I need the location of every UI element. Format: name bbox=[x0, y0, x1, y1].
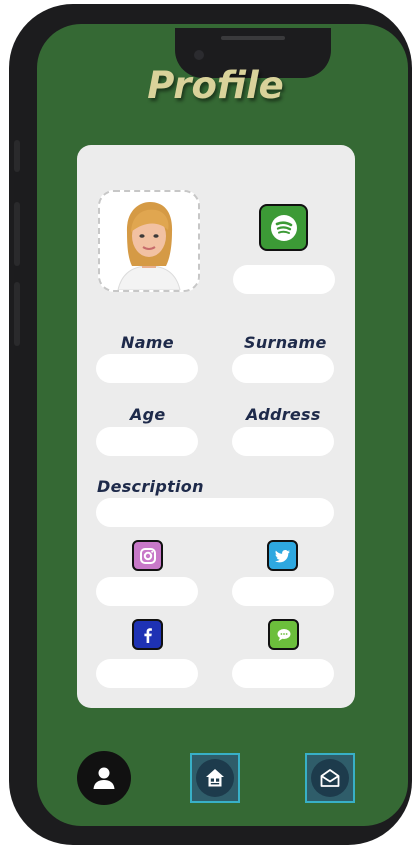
instagram-input[interactable] bbox=[96, 577, 198, 606]
facebook-icon bbox=[143, 627, 152, 643]
user-icon bbox=[93, 767, 115, 789]
age-label: Age bbox=[130, 405, 166, 424]
spotify-button[interactable] bbox=[259, 204, 308, 251]
speaker bbox=[221, 36, 285, 40]
person-portrait-icon bbox=[100, 192, 198, 290]
spotify-icon bbox=[270, 214, 297, 241]
chat-icon bbox=[277, 628, 290, 641]
name-label: Name bbox=[121, 333, 174, 352]
front-camera bbox=[194, 50, 204, 60]
home-icon bbox=[206, 769, 224, 787]
twitter-icon bbox=[274, 549, 290, 562]
nav-home-button[interactable] bbox=[190, 753, 240, 803]
volume-up-button bbox=[14, 202, 20, 266]
address-input[interactable] bbox=[232, 427, 334, 456]
nav-messages-circle bbox=[311, 759, 349, 797]
name-input[interactable] bbox=[96, 354, 198, 383]
nav-home-circle bbox=[196, 759, 234, 797]
messages-input[interactable] bbox=[232, 659, 334, 688]
description-label: Description bbox=[97, 477, 204, 496]
mail-open-icon bbox=[320, 769, 340, 787]
facebook-input[interactable] bbox=[96, 659, 198, 688]
surname-label: Surname bbox=[244, 333, 327, 352]
address-label: Address bbox=[246, 405, 321, 424]
nav-profile-button[interactable] bbox=[77, 751, 131, 805]
age-input[interactable] bbox=[96, 427, 198, 456]
twitter-button[interactable] bbox=[267, 540, 298, 571]
spotify-input[interactable] bbox=[233, 265, 335, 294]
surname-input[interactable] bbox=[232, 354, 334, 383]
volume-down-button bbox=[14, 282, 20, 346]
instagram-button[interactable] bbox=[132, 540, 163, 571]
description-input[interactable] bbox=[96, 498, 334, 527]
messages-button[interactable] bbox=[268, 619, 299, 650]
twitter-input[interactable] bbox=[232, 577, 334, 606]
page-title: Profile bbox=[147, 64, 284, 107]
nav-messages-button[interactable] bbox=[305, 753, 355, 803]
mute-switch bbox=[14, 140, 20, 172]
facebook-button[interactable] bbox=[132, 619, 163, 650]
instagram-icon bbox=[139, 547, 156, 564]
profile-photo[interactable] bbox=[98, 190, 200, 292]
